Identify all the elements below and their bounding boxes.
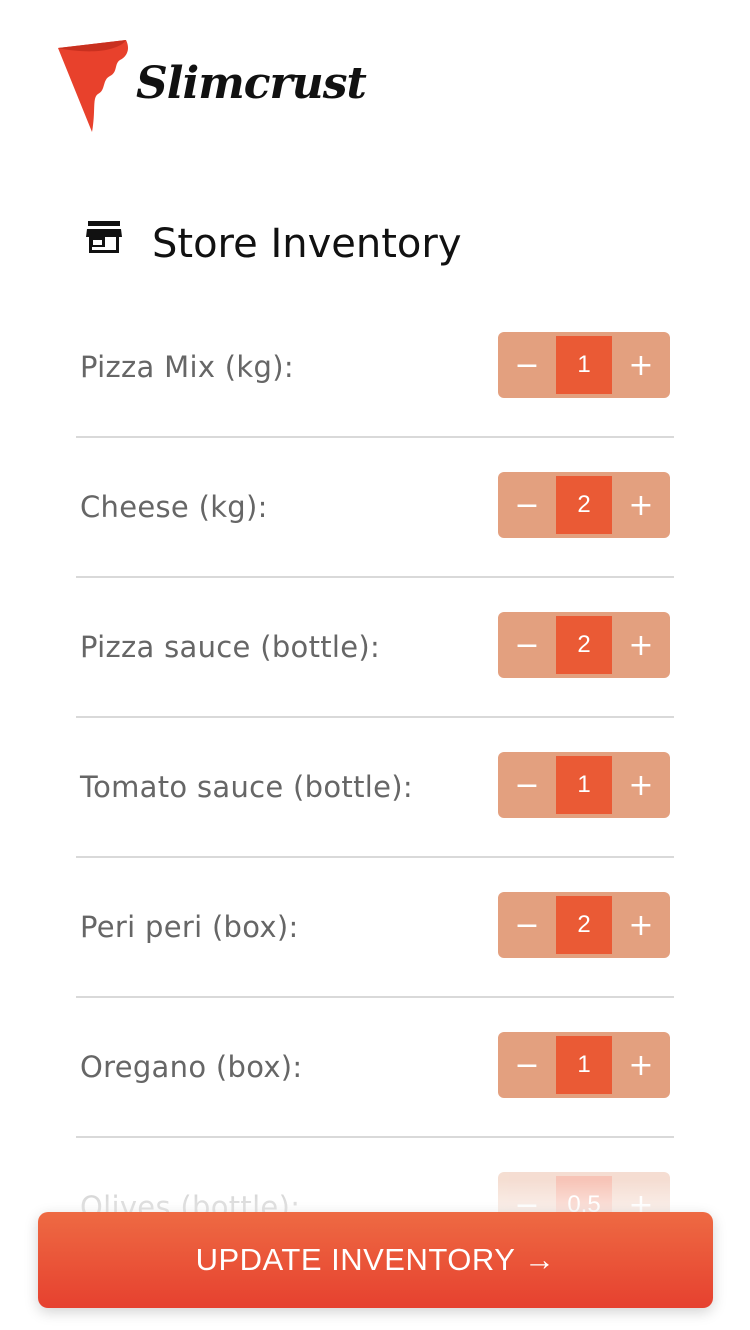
decrement-button[interactable]: − (498, 892, 556, 958)
quantity-stepper: − 2 + (498, 612, 670, 678)
quantity-stepper: − 2 + (498, 472, 670, 538)
quantity-value[interactable]: 2 (556, 616, 612, 674)
decrement-button[interactable]: − (498, 752, 556, 818)
inventory-row: Cheese (kg): − 2 + (76, 438, 674, 578)
increment-button[interactable]: + (612, 1032, 670, 1098)
increment-button[interactable]: + (612, 892, 670, 958)
quantity-value[interactable]: 1 (556, 336, 612, 394)
quantity-stepper: − 2 + (498, 892, 670, 958)
quantity-value[interactable]: 2 (556, 896, 612, 954)
increment-button[interactable]: + (612, 752, 670, 818)
inventory-row: Peri peri (box): − 2 + (76, 858, 674, 998)
quantity-value[interactable]: 1 (556, 756, 612, 814)
quantity-stepper: − 1 + (498, 332, 670, 398)
increment-button[interactable]: + (612, 612, 670, 678)
decrement-button[interactable]: − (498, 332, 556, 398)
quantity-stepper: − 1 + (498, 752, 670, 818)
decrement-button[interactable]: − (498, 472, 556, 538)
item-label: Cheese (kg): (80, 490, 268, 524)
quantity-value[interactable]: 2 (556, 476, 612, 534)
item-label: Pizza sauce (bottle): (80, 630, 381, 664)
decrement-button[interactable]: − (498, 612, 556, 678)
page-title: Store Inventory (152, 221, 462, 267)
inventory-list: Pizza Mix (kg): − 1 + Cheese (kg): − 2 +… (76, 298, 674, 1278)
inventory-row: Tomato sauce (bottle): − 1 + (76, 718, 674, 858)
inventory-row: Pizza Mix (kg): − 1 + (76, 298, 674, 438)
quantity-stepper: − 1 + (498, 1032, 670, 1098)
item-label: Oregano (box): (80, 1050, 303, 1084)
brand-name: Slimcrust (136, 58, 367, 109)
update-inventory-button[interactable]: UPDATE INVENTORY → (38, 1212, 713, 1308)
pizza-slice-icon (58, 40, 128, 132)
increment-button[interactable]: + (612, 332, 670, 398)
item-label: Pizza Mix (kg): (80, 350, 294, 384)
item-label: Peri peri (box): (80, 910, 299, 944)
inventory-row: Pizza sauce (bottle): − 2 + (76, 578, 674, 718)
increment-button[interactable]: + (612, 472, 670, 538)
quantity-value[interactable]: 1 (556, 1036, 612, 1094)
item-label: Tomato sauce (bottle): (80, 770, 413, 804)
store-icon (86, 221, 122, 253)
decrement-button[interactable]: − (498, 1032, 556, 1098)
page-heading: Store Inventory (84, 214, 462, 274)
inventory-row: Oregano (box): − 1 + (76, 998, 674, 1138)
inventory-page: Slimcrust Store Inventory Pizza Mix (kg)… (0, 0, 750, 1330)
brand-logo[interactable]: Slimcrust (56, 38, 367, 134)
